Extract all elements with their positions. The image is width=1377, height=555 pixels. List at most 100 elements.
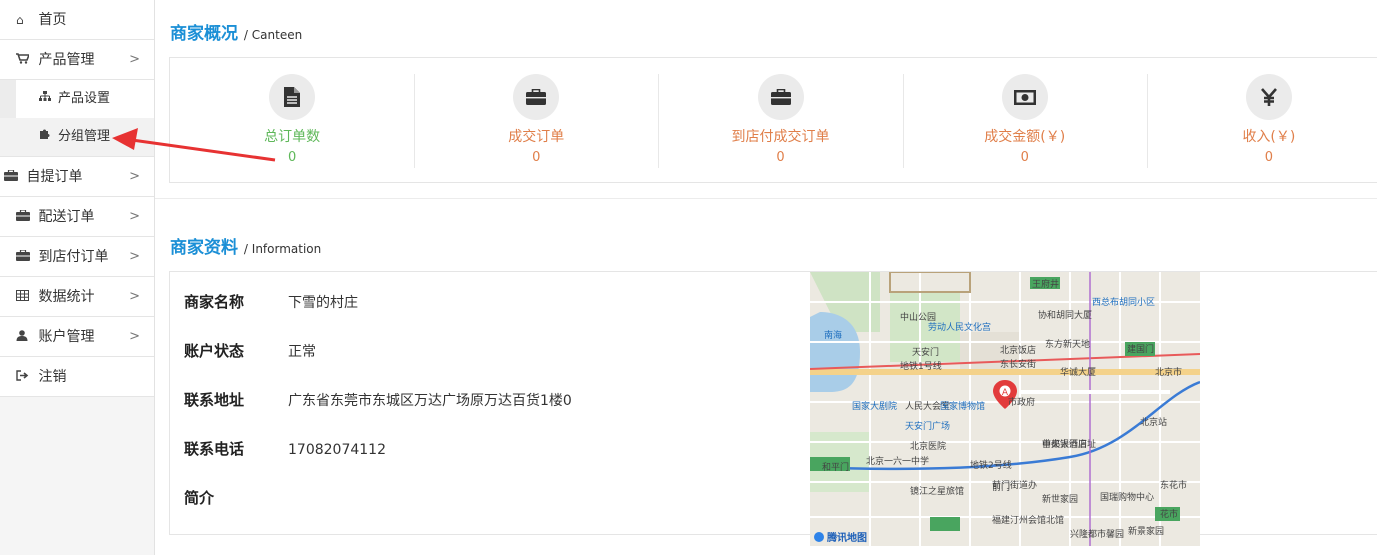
svg-text:腾讯地图: 腾讯地图 [826, 531, 867, 544]
sidebar-item-label: 配送订单 [38, 209, 95, 225]
stat-label: 收入(￥) [1242, 129, 1296, 145]
chevron-right-icon: > [129, 209, 140, 224]
profile-subtitle: / Information [243, 242, 322, 256]
briefcase-icon [16, 197, 30, 237]
overview-heading: 商家概况 / Canteen [170, 19, 302, 44]
map-label: 镜江之星旅馆 [910, 485, 964, 497]
yen-icon [1245, 74, 1292, 120]
money-icon [1001, 74, 1048, 120]
field-key: 商家名称 [184, 293, 245, 311]
stat-total-orders: 总订单数 0 [170, 58, 414, 182]
stat-income: 收入(￥) 0 [1146, 58, 1377, 182]
field-value: 广东省东莞市东城区万达广场原万达百货1楼0 [288, 393, 572, 409]
map-label: 北京医院 [910, 440, 946, 452]
puzzle-icon [39, 118, 51, 156]
chevron-right-icon: > [129, 249, 140, 264]
file-icon [269, 74, 316, 120]
map-label: 国家大剧院 [852, 400, 897, 412]
map-label: 国瑞购物中心 [1100, 491, 1154, 503]
stat-value: 0 [1020, 150, 1029, 165]
field-value: 下雪的村庄 [288, 295, 358, 311]
map-label: 北京站 [1140, 416, 1167, 428]
map-label: 劳动人民文化宫 [928, 321, 991, 333]
profile-title: 商家资料 [170, 238, 238, 258]
sidebar-item-account[interactable]: 账户管理 > [0, 317, 154, 357]
briefcase-icon [757, 74, 804, 120]
map-label: 东花市 [1160, 479, 1187, 491]
stat-instore-completed-orders: 到店付成交订单 0 [658, 58, 902, 182]
field-value: 17082074112 [288, 442, 386, 458]
table-icon [16, 277, 30, 317]
stat-completed-orders: 成交订单 0 [414, 58, 658, 182]
map-label: 协和胡同大厦 [1038, 309, 1092, 321]
main-content: 商家概况 / Canteen 总订单数 0 成交订单 0 到店付成交订单 0 成… [155, 0, 1377, 555]
map-label: 天安门广场 [905, 420, 950, 432]
location-map[interactable]: A 王府井西总布胡同小区中山公园 劳动人民文化宫 协和胡同大厦南海东方新天地天安门北… [810, 272, 1200, 546]
map-label: 新景家园 [1128, 525, 1164, 537]
sitemap-icon [39, 80, 51, 118]
map-label: 兴隆都市馨园 [1070, 528, 1124, 540]
sidebar-item-statistics[interactable]: 数据统计 > [0, 277, 154, 317]
map-label: 天安门 [912, 346, 939, 358]
map-label: 和平门 [822, 461, 849, 473]
field-key: 账户状态 [184, 342, 245, 360]
sidebar-item-instore-orders[interactable]: 到店付订单 > [0, 237, 154, 277]
overview-title: 商家概况 [170, 24, 238, 44]
products-submenu: 产品设置 分组管理 [0, 80, 154, 157]
profile-row-intro: 简介 [184, 487, 288, 508]
profile-heading: 商家资料 / Information [170, 233, 321, 258]
sidebar-item-label: 数据统计 [38, 289, 95, 305]
briefcase-icon [513, 74, 560, 120]
home-icon: ⌂ [16, 13, 24, 27]
sidebar-item-logout[interactable]: 注销 [0, 357, 154, 397]
sidebar-item-products[interactable]: 产品管理 > [0, 40, 154, 80]
stat-label: 总订单数 [264, 129, 321, 145]
map-label: 市政府 [1008, 396, 1035, 408]
chevron-right-icon: > [129, 52, 140, 67]
map-label: 新世家园 [1042, 493, 1078, 505]
map-label: 地铁1号线 [900, 360, 942, 372]
svg-text:A: A [1002, 388, 1009, 398]
sidebar-item-home[interactable]: ⌂ 首页 [0, 0, 154, 40]
map-label: 东方新天地 [1045, 338, 1090, 350]
sidebar-item-label: 自提订单 [26, 169, 83, 185]
stat-value: 0 [1264, 150, 1274, 165]
map-label: 南海 [824, 329, 842, 341]
chevron-right-icon: > [129, 169, 140, 184]
stats-panel: 总订单数 0 成交订单 0 到店付成交订单 0 成交金额(￥) 0 收入(￥) … [169, 57, 1377, 183]
field-key: 简介 [184, 489, 215, 507]
sidebar-subitem-label: 产品设置 [58, 91, 111, 106]
map-label: 华诚大厦 [1060, 366, 1096, 378]
map-label: 建国门 [1127, 343, 1154, 355]
briefcase-icon [16, 237, 30, 277]
chevron-right-icon: > [129, 329, 140, 344]
stat-value: 0 [532, 150, 541, 165]
user-icon [16, 317, 30, 357]
stat-label: 成交金额(￥) [984, 129, 1066, 145]
stat-value: 0 [287, 150, 297, 165]
map-label: 王府井 [1032, 278, 1059, 290]
stat-label: 成交订单 [508, 129, 565, 145]
sidebar-subitem-product-settings[interactable]: 产品设置 [0, 80, 154, 118]
profile-row-address: 联系地址 广东省东莞市东城区万达广场原万达百货1楼0 [184, 389, 572, 410]
map-label: 首都大酒店 [1042, 438, 1087, 450]
chevron-right-icon: > [129, 289, 140, 304]
field-key: 联系地址 [184, 391, 245, 409]
stat-transaction-amount: 成交金额(￥) 0 [902, 58, 1147, 182]
sidebar-subitem-group-management[interactable]: 分组管理 [0, 118, 154, 156]
sidebar-item-label: 到店付订单 [38, 249, 109, 265]
map-canvas: A 王府井西总布胡同小区中山公园劳动人民文化宫 协和胡同大厦南海东方新天地天安门北… [810, 272, 1200, 546]
map-label: 地铁2号线 [970, 459, 1012, 471]
sidebar-item-delivery-orders[interactable]: 配送订单 > [0, 197, 154, 237]
map-label: 北京市 [1155, 366, 1182, 378]
sidebar-item-pickup-orders[interactable]: 自提订单 > [0, 157, 154, 197]
stat-label: 到店付成交订单 [731, 129, 830, 145]
map-label: 北京一六一中学 [866, 455, 929, 467]
map-label: 中山公园 [900, 311, 936, 323]
briefcase-icon [4, 157, 18, 197]
map-label: 西总布胡同小区 [1092, 296, 1155, 308]
section-divider [155, 198, 1377, 199]
stat-value: 0 [776, 150, 785, 165]
overview-subtitle: / Canteen [243, 28, 303, 42]
sidebar-item-label: 产品管理 [38, 52, 95, 68]
